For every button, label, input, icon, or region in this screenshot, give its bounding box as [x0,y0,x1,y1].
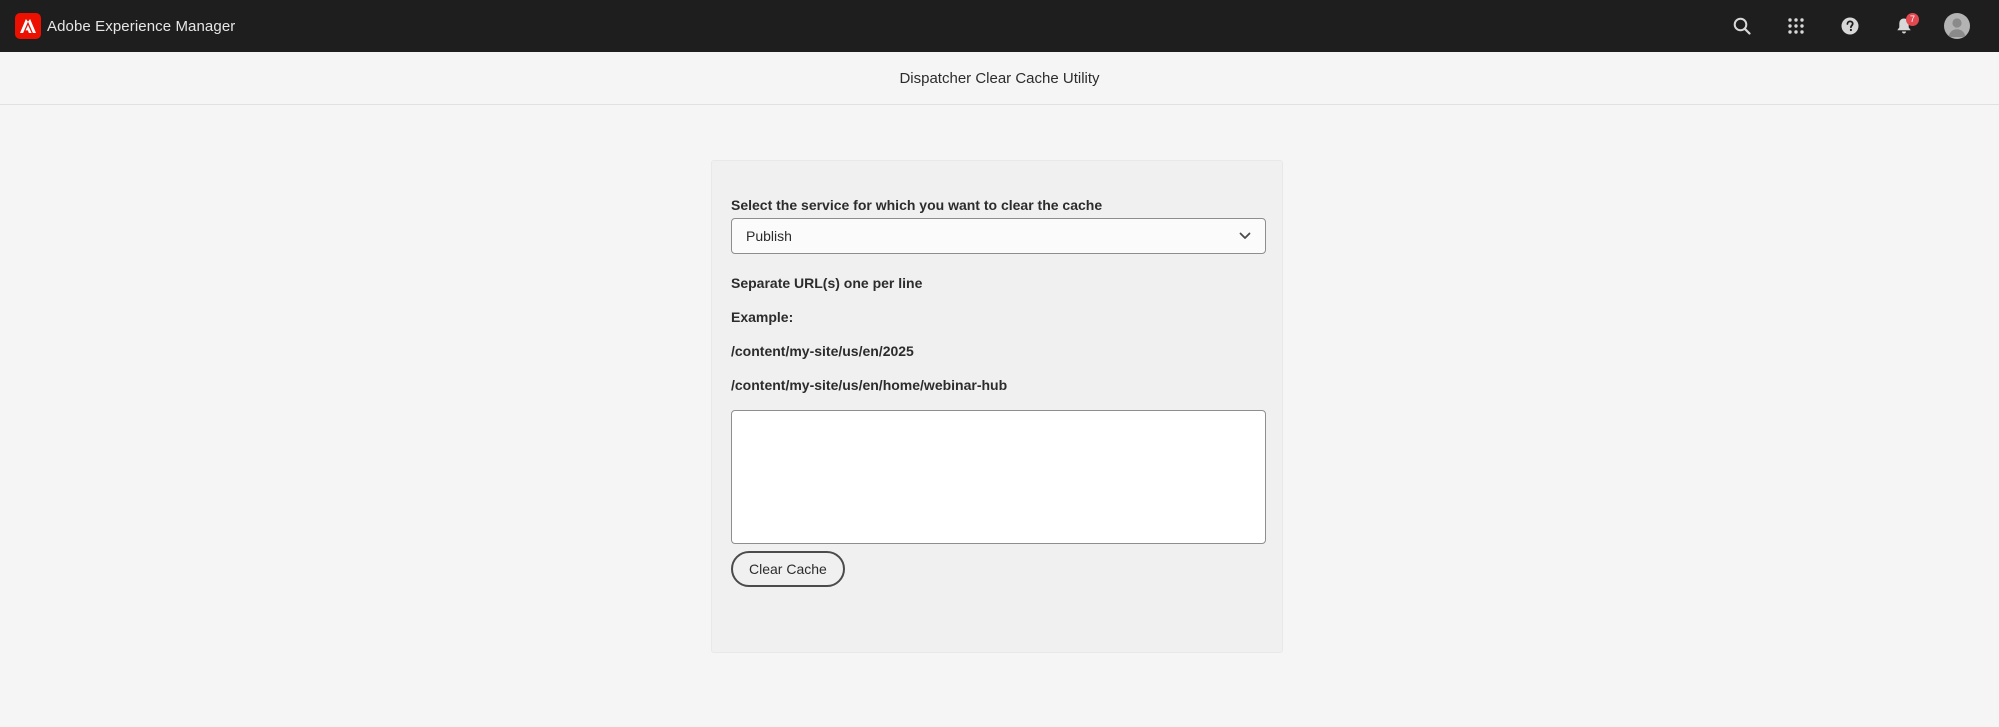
user-profile-button[interactable] [1937,6,1977,46]
adobe-logo-icon [15,13,41,39]
example-url-2: /content/my-site/us/en/home/webinar-hub [731,377,1008,393]
help-button[interactable] [1823,6,1877,46]
shell-header: Adobe Experience Manager 7 [0,0,1999,52]
instructions-text: Separate URL(s) one per line [731,275,923,291]
notification-count-badge: 7 [1906,13,1919,26]
apps-grid-icon [1788,18,1804,34]
brand[interactable]: Adobe Experience Manager [15,13,235,39]
service-select-value: Publish [746,228,792,244]
clear-cache-panel: Select the service for which you want to… [711,160,1283,653]
example-url-1: /content/my-site/us/en/2025 [731,343,914,359]
service-select[interactable]: Publish [731,218,1266,254]
notifications-button[interactable]: 7 [1877,6,1931,46]
page-title: Dispatcher Clear Cache Utility [899,69,1100,87]
search-icon [1733,17,1751,35]
urls-textarea[interactable] [731,410,1266,544]
chevron-down-icon [1239,232,1251,240]
brand-title: Adobe Experience Manager [47,17,236,35]
service-select-label: Select the service for which you want to… [731,197,1103,213]
user-avatar-icon [1944,13,1970,39]
apps-button[interactable] [1769,6,1823,46]
title-bar: Dispatcher Clear Cache Utility [0,52,1999,105]
clear-cache-button[interactable]: Clear Cache [731,551,845,587]
example-label: Example: [731,309,794,325]
help-icon [1841,17,1859,35]
search-button[interactable] [1715,6,1769,46]
header-actions: 7 [1715,6,1977,46]
